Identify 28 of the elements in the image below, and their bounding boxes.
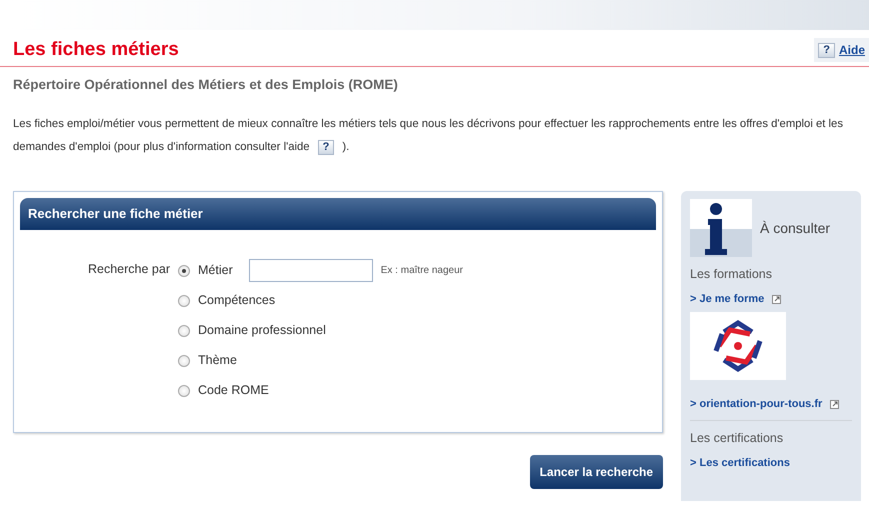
search-button[interactable]: Lancer la recherche	[530, 455, 663, 490]
radio-option[interactable]: Thème	[178, 351, 237, 370]
sidebar-heading: Les formations	[690, 266, 773, 284]
radio-option[interactable]: Code ROME	[178, 381, 269, 400]
page-title: Les fiches métiers	[13, 39, 179, 62]
help-icon[interactable]: ?	[818, 42, 835, 58]
intro-text: ).	[342, 140, 350, 156]
logo-icon	[713, 318, 763, 373]
search-field[interactable]	[248, 259, 373, 282]
external-link-icon	[772, 295, 782, 304]
help-link[interactable]: Aide	[838, 41, 865, 59]
radio-option[interactable]: Domaine professionnel	[178, 321, 326, 340]
info-icon	[690, 199, 752, 258]
help-icon[interactable]: ?	[318, 140, 334, 156]
sidebar-heading: Les certifications	[690, 430, 784, 448]
intro-text: demandes d'emploi (pour plus d'information consulter l'aide	[13, 140, 310, 156]
radio-option[interactable]: Compétences	[178, 291, 276, 310]
panel-header: Rechercher une fiche métier	[20, 198, 656, 230]
radio-option[interactable]: Métier	[178, 261, 233, 280]
sidebar-link[interactable]: > Les certifications	[690, 455, 790, 472]
page-subtitle: Répertoire Opérationnel des Métiers et des Emplois (ROME)	[12, 76, 399, 94]
example-hint: Ex : maître nageur	[380, 264, 463, 278]
sidebar-title: À consulter	[760, 218, 830, 238]
sidebar-link[interactable]: > orientation-pour-tous.fr	[690, 396, 822, 412]
external-link-icon	[830, 400, 840, 408]
intro-text: Les fiches emploi/métier vous permettent de mieux connaître les métiers tels que nous les décrivons pour effectuer les rapprochements entre les offres d'emploi et les	[13, 117, 844, 132]
sidebar-link[interactable]: > Je me forme	[690, 291, 764, 308]
field-label: Recherche par	[87, 260, 170, 278]
